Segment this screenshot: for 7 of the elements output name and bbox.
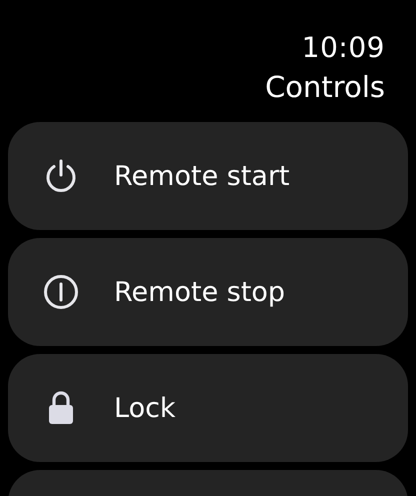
control-button[interactable]: Lock [8,354,408,462]
clock-time: 10:09 [302,30,385,66]
lock-icon [48,391,74,425]
control-button[interactable]: Remote start [8,122,408,230]
stop-icon [43,274,79,310]
screen-title: Controls [265,69,385,106]
control-button[interactable]: Remote stop [8,238,408,346]
